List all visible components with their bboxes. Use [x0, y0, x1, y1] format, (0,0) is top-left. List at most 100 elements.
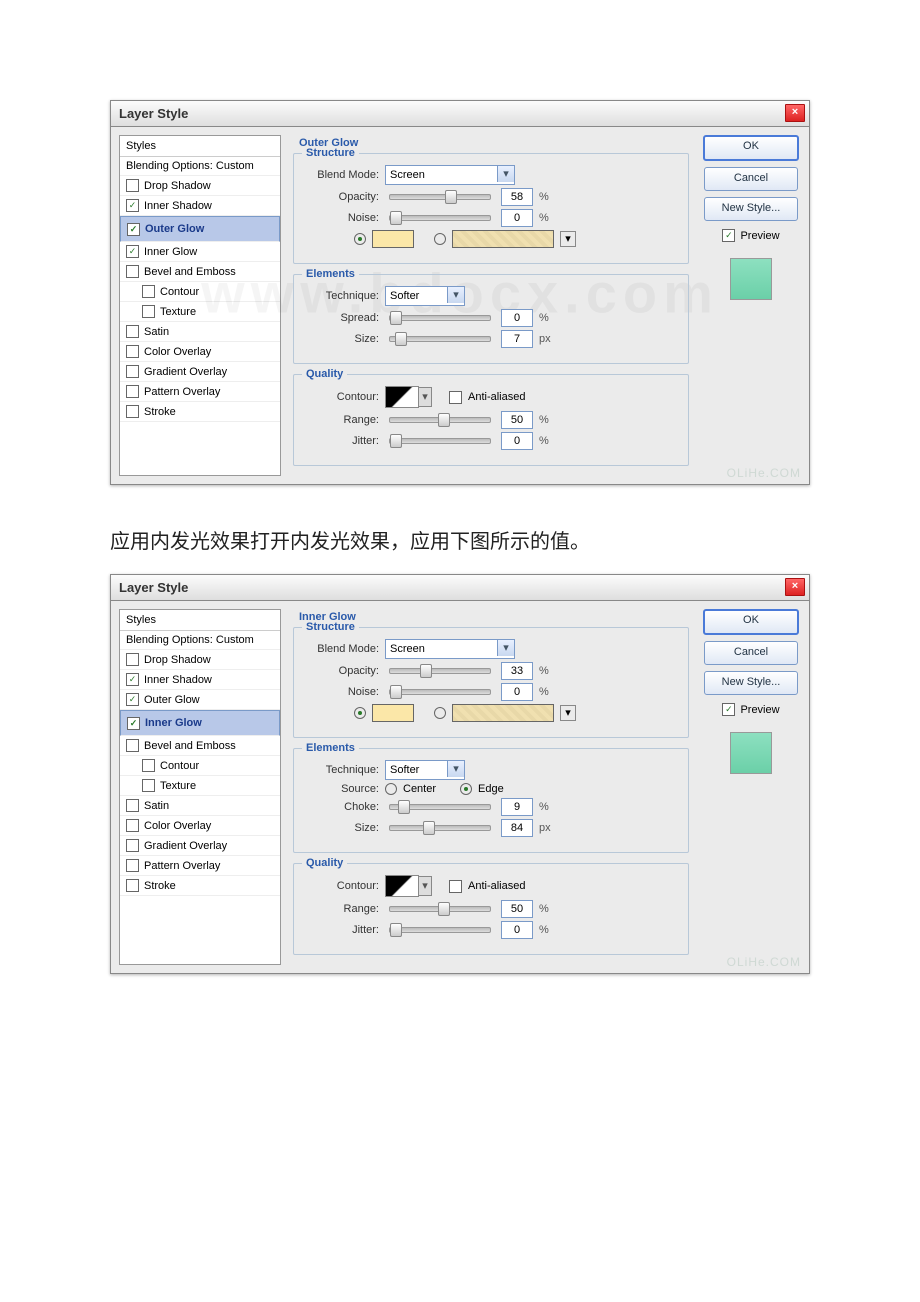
style-outer-glow[interactable]: ✓Outer Glow: [120, 690, 280, 710]
style-gradient-overlay[interactable]: Gradient Overlay: [120, 836, 280, 856]
style-texture[interactable]: Texture: [120, 776, 280, 796]
checkbox-icon[interactable]: [126, 799, 139, 812]
styles-header[interactable]: Styles: [120, 136, 280, 157]
style-contour[interactable]: Contour: [120, 756, 280, 776]
slider-thumb-icon[interactable]: [390, 311, 402, 325]
checkbox-icon[interactable]: [126, 653, 139, 666]
noise-input[interactable]: 0: [501, 683, 533, 701]
style-color-overlay[interactable]: Color Overlay: [120, 342, 280, 362]
preview-toggle[interactable]: ✓Preview: [722, 229, 779, 242]
jitter-slider[interactable]: [389, 438, 491, 444]
checkbox-icon[interactable]: ✓: [126, 199, 139, 212]
style-inner-shadow[interactable]: ✓Inner Shadow: [120, 670, 280, 690]
size-input[interactable]: 7: [501, 330, 533, 348]
opacity-input[interactable]: 58: [501, 188, 533, 206]
gradient-radio[interactable]: [434, 233, 446, 245]
slider-thumb-icon[interactable]: [390, 211, 402, 225]
contour-picker[interactable]: ▾: [385, 386, 419, 408]
cancel-button[interactable]: Cancel: [704, 167, 798, 191]
technique-select[interactable]: Softer▾: [385, 286, 465, 306]
checkbox-icon[interactable]: [126, 179, 139, 192]
cancel-button[interactable]: Cancel: [704, 641, 798, 665]
size-slider[interactable]: [389, 825, 491, 831]
style-bevel-emboss[interactable]: Bevel and Emboss: [120, 262, 280, 282]
checkbox-icon[interactable]: [142, 305, 155, 318]
slider-thumb-icon[interactable]: [398, 800, 410, 814]
noise-slider[interactable]: [389, 215, 491, 221]
checkbox-icon[interactable]: [126, 265, 139, 278]
source-center-radio[interactable]: [385, 783, 397, 795]
checkbox-icon[interactable]: [126, 405, 139, 418]
checkbox-icon[interactable]: [142, 759, 155, 772]
slider-thumb-icon[interactable]: [438, 413, 450, 427]
checkbox-icon[interactable]: [126, 819, 139, 832]
style-stroke[interactable]: Stroke: [120, 876, 280, 896]
blend-mode-select[interactable]: Screen▾: [385, 165, 515, 185]
blend-mode-select[interactable]: Screen▾: [385, 639, 515, 659]
color-radio[interactable]: [354, 233, 366, 245]
checkbox-icon[interactable]: ✓: [722, 229, 735, 242]
size-slider[interactable]: [389, 336, 491, 342]
slider-thumb-icon[interactable]: [390, 434, 402, 448]
noise-input[interactable]: 0: [501, 209, 533, 227]
checkbox-icon[interactable]: [126, 325, 139, 338]
jitter-slider[interactable]: [389, 927, 491, 933]
anti-aliased-checkbox[interactable]: [449, 880, 462, 893]
checkbox-icon[interactable]: [142, 779, 155, 792]
color-swatch[interactable]: [372, 230, 414, 248]
blending-options-row[interactable]: Blending Options: Custom: [120, 631, 280, 650]
choke-slider[interactable]: [389, 804, 491, 810]
opacity-slider[interactable]: [389, 668, 491, 674]
gradient-swatch[interactable]: [452, 704, 554, 722]
checkbox-icon[interactable]: ✓: [126, 673, 139, 686]
checkbox-icon[interactable]: [126, 739, 139, 752]
noise-slider[interactable]: [389, 689, 491, 695]
checkbox-icon[interactable]: [126, 879, 139, 892]
style-outer-glow[interactable]: ✓Outer Glow: [120, 216, 280, 242]
checkbox-icon[interactable]: ✓: [722, 703, 735, 716]
style-pattern-overlay[interactable]: Pattern Overlay: [120, 856, 280, 876]
opacity-slider[interactable]: [389, 194, 491, 200]
gradient-radio[interactable]: [434, 707, 446, 719]
slider-thumb-icon[interactable]: [445, 190, 457, 204]
checkbox-icon[interactable]: ✓: [126, 245, 139, 258]
style-pattern-overlay[interactable]: Pattern Overlay: [120, 382, 280, 402]
checkbox-icon[interactable]: [126, 839, 139, 852]
slider-thumb-icon[interactable]: [420, 664, 432, 678]
color-radio[interactable]: [354, 707, 366, 719]
slider-thumb-icon[interactable]: [390, 685, 402, 699]
chevron-down-icon[interactable]: ▾: [497, 166, 514, 182]
range-input[interactable]: 50: [501, 900, 533, 918]
preview-toggle[interactable]: ✓Preview: [722, 703, 779, 716]
slider-thumb-icon[interactable]: [438, 902, 450, 916]
style-stroke[interactable]: Stroke: [120, 402, 280, 422]
style-bevel-emboss[interactable]: Bevel and Emboss: [120, 736, 280, 756]
chevron-down-icon[interactable]: ▾: [447, 761, 464, 777]
close-icon[interactable]: ×: [785, 578, 805, 596]
technique-select[interactable]: Softer▾: [385, 760, 465, 780]
opacity-input[interactable]: 33: [501, 662, 533, 680]
style-inner-glow[interactable]: ✓Inner Glow: [120, 242, 280, 262]
jitter-input[interactable]: 0: [501, 432, 533, 450]
checkbox-icon[interactable]: ✓: [126, 693, 139, 706]
style-color-overlay[interactable]: Color Overlay: [120, 816, 280, 836]
contour-picker[interactable]: ▾: [385, 875, 419, 897]
chevron-down-icon[interactable]: ▾: [447, 287, 464, 303]
checkbox-icon[interactable]: [126, 859, 139, 872]
ok-button[interactable]: OK: [703, 609, 799, 635]
new-style-button[interactable]: New Style...: [704, 671, 798, 695]
chevron-down-icon[interactable]: ▾: [418, 876, 432, 896]
anti-aliased-checkbox[interactable]: [449, 391, 462, 404]
checkbox-icon[interactable]: ✓: [127, 223, 140, 236]
style-inner-shadow[interactable]: ✓Inner Shadow: [120, 196, 280, 216]
checkbox-icon[interactable]: [126, 345, 139, 358]
spread-slider[interactable]: [389, 315, 491, 321]
style-contour[interactable]: Contour: [120, 282, 280, 302]
checkbox-icon[interactable]: [142, 285, 155, 298]
range-input[interactable]: 50: [501, 411, 533, 429]
jitter-input[interactable]: 0: [501, 921, 533, 939]
gradient-swatch[interactable]: [452, 230, 554, 248]
spread-input[interactable]: 0: [501, 309, 533, 327]
size-input[interactable]: 84: [501, 819, 533, 837]
range-slider[interactable]: [389, 906, 491, 912]
